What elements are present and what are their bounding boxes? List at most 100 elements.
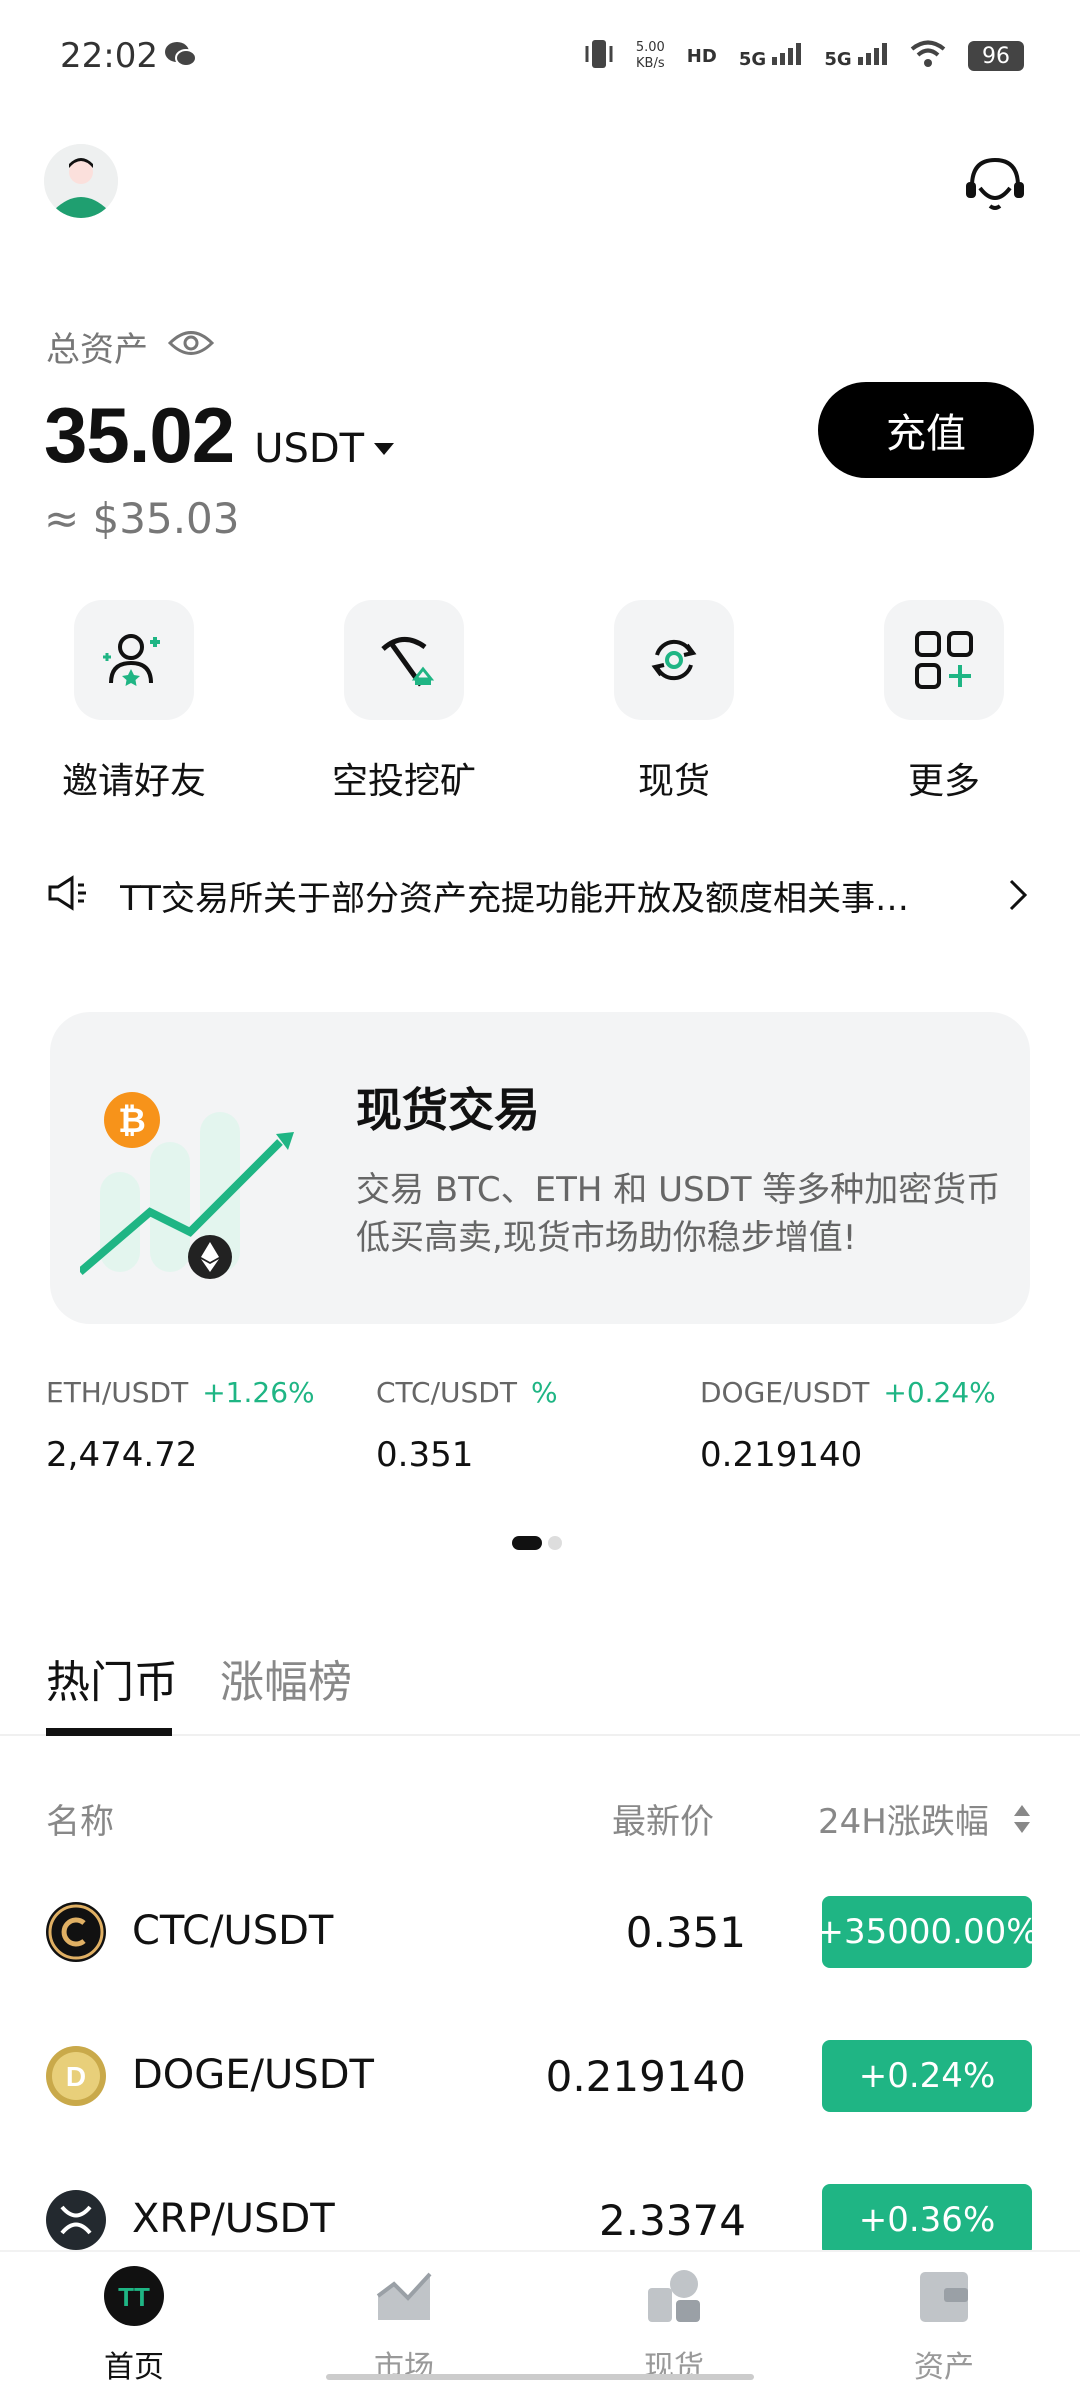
quick-action-spot[interactable]: 现货 xyxy=(584,600,764,804)
coin-tabs: 热门币 涨幅榜 xyxy=(0,1630,1080,1736)
wechat-notification-icon xyxy=(164,40,198,74)
deposit-button[interactable]: 充值 xyxy=(818,382,1034,478)
banner-description: 交易 BTC、ETH 和 USDT 等多种加密货币低买高卖,现货市场助你稳步增值… xyxy=(356,1170,1001,1258)
bottom-navigation: TT 首页 市场 现货 资产 xyxy=(0,2250,1080,2388)
column-header-price: 最新价 xyxy=(612,1802,714,1842)
pickaxe-icon xyxy=(344,600,464,720)
status-bar: 22:02 5.00 KB/s HD 5G 5G 96 xyxy=(0,0,1080,120)
user-avatar[interactable] xyxy=(44,144,118,218)
nav-label: 首页 xyxy=(104,2350,164,2385)
column-header-change[interactable]: 24H涨跌幅 xyxy=(818,1794,1032,1844)
ticker-doge[interactable]: DOGE/USDT +0.24% 0.219140 xyxy=(700,1376,996,1475)
signal-5g-2: 5G xyxy=(824,42,888,70)
carousel-pagination xyxy=(512,1536,562,1550)
ticker-change: +1.26% xyxy=(202,1376,315,1409)
hd-indicator: HD xyxy=(686,45,717,67)
announcement-text: TT交易所关于部分资产充提功能开放及额度相关事… xyxy=(120,878,909,919)
chevron-right-icon xyxy=(1008,878,1028,916)
table-row[interactable]: D DOGE/USDT 0.219140 +0.24% xyxy=(0,2028,1080,2124)
speed-unit: KB/s xyxy=(636,56,665,71)
ticker-price: 0.219140 xyxy=(700,1435,863,1475)
quick-action-more[interactable]: 更多 xyxy=(854,600,1034,804)
spot-trading-banner[interactable]: ₿ 现货交易 交易 BTC、ETH 和 USDT 等多种加密货币低买高卖,现货市… xyxy=(50,1012,1030,1324)
svg-text:TT: TT xyxy=(118,2282,150,2312)
coin-price: 2.3374 xyxy=(599,2196,746,2245)
status-icons: 5.00 KB/s HD 5G 5G 96 xyxy=(584,38,1024,74)
asset-unit-selector[interactable]: USDT xyxy=(254,426,395,472)
total-assets-value: 35.02 xyxy=(44,391,235,479)
caret-down-icon xyxy=(374,443,395,455)
nav-label: 资产 xyxy=(914,2350,974,2385)
coin-change-badge: +35000.00% xyxy=(815,1896,1039,1968)
nav-spot[interactable]: 现货 xyxy=(594,2266,754,2386)
coin-price: 0.219140 xyxy=(545,2052,746,2101)
quick-action-label: 空投挖矿 xyxy=(331,761,476,802)
nav-market[interactable]: 市场 xyxy=(324,2266,484,2386)
customer-service-icon[interactable] xyxy=(960,150,1030,224)
home-tt-icon: TT xyxy=(104,2266,164,2330)
svg-text:D: D xyxy=(66,2061,86,2092)
svg-text:₿: ₿ xyxy=(118,1102,146,1140)
doge-coin-icon: D xyxy=(46,2046,106,2106)
sort-icon xyxy=(1012,1803,1032,1844)
banner-chart-illustration: ₿ xyxy=(77,1072,310,1292)
ctc-coin-icon xyxy=(46,1902,106,1962)
home-indicator[interactable] xyxy=(326,2374,754,2380)
column-header-change-label: 24H涨跌幅 xyxy=(818,1802,989,1842)
page-dot xyxy=(548,1536,562,1550)
quick-action-label: 现货 xyxy=(637,761,710,802)
active-tab-indicator xyxy=(46,1728,172,1736)
total-assets-label: 总资产 xyxy=(46,330,148,370)
speed-value: 5.00 xyxy=(635,40,665,55)
table-row[interactable]: CTC/USDT 0.351 +35000.00% xyxy=(0,1884,1080,1980)
total-assets-row: 35.02 USDT xyxy=(44,390,395,481)
spot-exchange-icon xyxy=(614,600,734,720)
usd-equivalent: ≈ $35.03 xyxy=(44,494,240,543)
coin-change-badge: +0.36% xyxy=(822,2184,1032,2256)
nav-home[interactable]: TT 首页 xyxy=(54,2266,214,2386)
coin-price: 0.351 xyxy=(625,1908,746,1957)
quick-action-airdrop[interactable]: 空投挖矿 xyxy=(314,600,494,804)
column-header-name: 名称 xyxy=(46,1802,114,1842)
net1-label: 5G xyxy=(738,48,767,70)
xrp-coin-icon xyxy=(46,2190,106,2250)
tab-hot-coins[interactable]: 热门币 xyxy=(46,1646,178,1710)
ticker-pair: CTC/USDT xyxy=(376,1376,517,1409)
market-chart-icon xyxy=(374,2266,434,2330)
wifi-icon xyxy=(910,40,946,72)
coin-change-badge: +0.24% xyxy=(822,2040,1032,2112)
network-speed: 5.00 KB/s xyxy=(636,40,665,72)
avatar-icon xyxy=(44,144,118,218)
vibrate-icon xyxy=(584,38,614,74)
ticker-change: +0.24% xyxy=(883,1376,996,1409)
more-apps-icon xyxy=(884,600,1004,720)
announcement-bar[interactable]: TT交易所关于部分资产充提功能开放及额度相关事… xyxy=(46,870,1034,920)
tab-gainers[interactable]: 涨幅榜 xyxy=(220,1646,352,1710)
spot-icon xyxy=(644,2266,704,2330)
status-time: 22:02 xyxy=(60,36,158,76)
invite-friend-icon xyxy=(74,600,194,720)
coin-pair: DOGE/USDT xyxy=(132,2052,374,2098)
quick-action-label: 邀请好友 xyxy=(61,761,206,802)
quick-action-label: 更多 xyxy=(907,761,980,802)
banner-title: 现货交易 xyxy=(356,1083,540,1137)
signal-5g-1: 5G xyxy=(738,42,803,70)
quick-action-invite[interactable]: 邀请好友 xyxy=(44,600,224,804)
wallet-icon xyxy=(914,2266,974,2330)
battery-indicator: 96 xyxy=(968,41,1024,71)
page-dot-active xyxy=(512,1536,542,1550)
ticker-ctc[interactable]: CTC/USDT% 0.351 xyxy=(376,1376,558,1475)
nav-assets[interactable]: 资产 xyxy=(864,2266,1024,2386)
net2-label: 5G xyxy=(824,48,852,70)
total-assets-label-row: 总资产 xyxy=(46,322,215,371)
ticker-eth[interactable]: ETH/USDT +1.26% 2,474.72 xyxy=(46,1376,315,1475)
ticker-change: % xyxy=(530,1376,558,1409)
ticker-price: 2,474.72 xyxy=(46,1435,198,1475)
ticker-pair: DOGE/USDT xyxy=(700,1376,870,1409)
ticker-price: 0.351 xyxy=(376,1435,474,1475)
megaphone-icon xyxy=(46,875,90,915)
coin-pair: CTC/USDT xyxy=(132,1908,334,1954)
eye-icon[interactable] xyxy=(167,327,215,367)
asset-unit-label: USDT xyxy=(254,426,365,472)
coin-pair: XRP/USDT xyxy=(132,2196,335,2242)
